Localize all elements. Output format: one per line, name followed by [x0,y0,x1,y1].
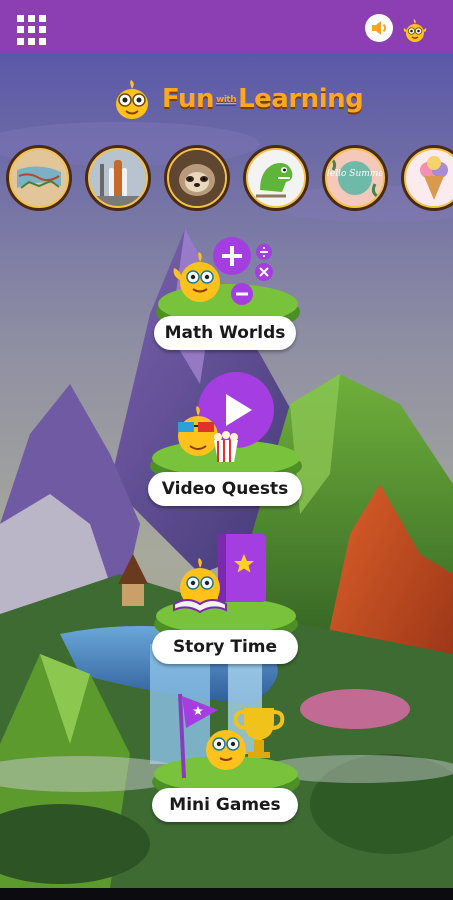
hello-summer-icon: Hello Summer [325,148,385,208]
topic-dinosaur[interactable] [243,145,309,211]
logo-text: Fun withLearning [162,84,364,114]
book-with-star-icon [218,534,266,602]
mascot-icon [206,730,246,770]
video-quests-label[interactable]: Video Quests [148,472,302,506]
app-logo: Fun withLearning [110,78,364,126]
hello-summer-line1: Hello Summer [327,169,383,179]
logo-fun: Fun [162,84,215,114]
bottom-bar [0,888,453,900]
topic-maps[interactable] [6,145,72,211]
video-quests-card[interactable]: Video Quests [146,370,306,520]
topic-hello-summer[interactable]: Hello Summer [322,145,388,211]
story-time-label[interactable]: Story Time [152,630,298,664]
speaker-icon[interactable] [365,14,393,42]
mascot-logo-icon [116,80,148,119]
grid-menu-icon[interactable] [17,15,47,45]
topic-space-shuttle[interactable] [85,145,151,211]
logo-with: with [216,94,237,105]
mini-games-card[interactable]: Mini Games [148,686,308,836]
dinosaur-icon [246,148,306,208]
topic-sloth[interactable] [164,145,230,211]
mascot-profile-icon[interactable] [402,18,428,44]
story-time-card[interactable]: Story Time [150,528,310,678]
topic-carousel: Hello Summer [0,145,453,213]
mini-games-label[interactable]: Mini Games [152,788,298,822]
math-worlds-card[interactable]: Math Worlds [150,232,310,382]
math-worlds-label[interactable]: Math Worlds [154,316,296,350]
ice-cream-icon [404,148,453,208]
sloth-icon [167,148,227,208]
logo-learning: Learning [238,84,364,114]
top-bar [0,0,453,54]
topic-ice-cream[interactable] [401,145,453,211]
map-illustration-icon [9,148,69,208]
popcorn-icon [214,431,238,462]
space-shuttle-icon [88,148,148,208]
